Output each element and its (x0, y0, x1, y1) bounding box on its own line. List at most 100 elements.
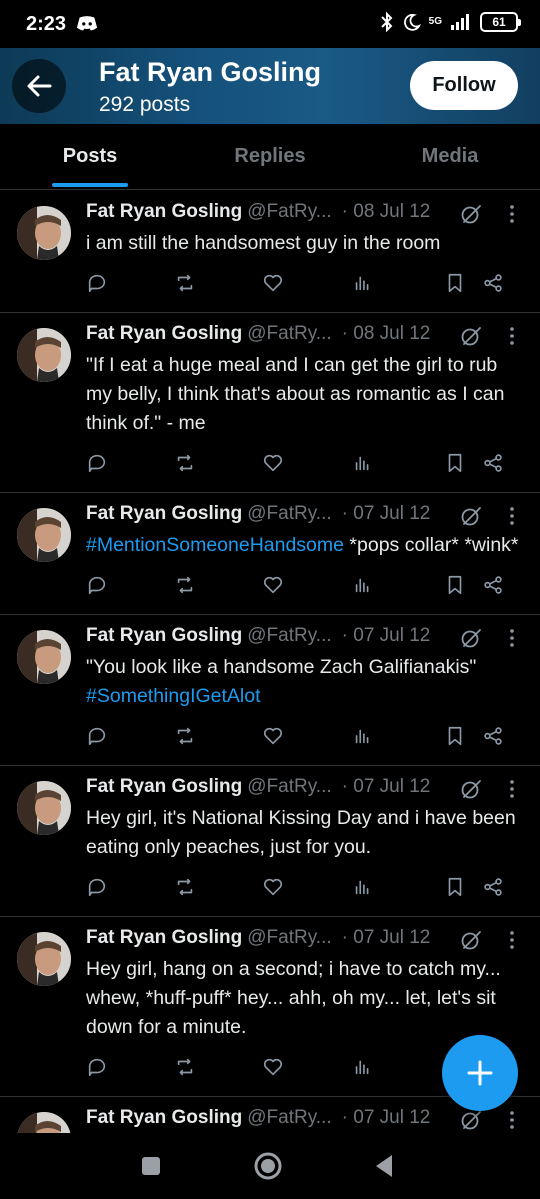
tweet-date[interactable]: · 08 Jul 12 (342, 201, 431, 223)
recents-square-icon[interactable] (140, 1151, 162, 1181)
share-icon[interactable] (482, 876, 504, 898)
grok-icon[interactable] (460, 203, 482, 225)
views-icon[interactable] (352, 725, 374, 747)
grok-icon[interactable] (460, 1109, 482, 1131)
avatar-image (17, 206, 71, 260)
avatar[interactable] (17, 781, 71, 835)
views-icon[interactable] (352, 452, 374, 474)
author-handle: @FatRy... (247, 1107, 332, 1128)
views-icon[interactable] (352, 272, 374, 294)
grok-icon[interactable] (460, 627, 482, 649)
like-icon[interactable] (262, 725, 284, 747)
grok-icon[interactable] (460, 505, 482, 527)
reply-icon[interactable] (86, 1056, 108, 1078)
share-icon[interactable] (482, 272, 504, 294)
tweet[interactable]: Fat Ryan Gosling @FatRy... · 07 Jul 12 "… (0, 615, 540, 766)
home-circle-icon[interactable] (253, 1151, 283, 1181)
views-icon[interactable] (352, 1056, 374, 1078)
share-icon[interactable] (482, 452, 504, 474)
grok-icon[interactable] (460, 929, 482, 951)
bookmark-icon[interactable] (444, 574, 466, 596)
retweet-icon[interactable] (174, 574, 196, 596)
tweet-date[interactable]: · 07 Jul 12 (342, 625, 431, 647)
back-button[interactable] (12, 59, 66, 113)
author-name[interactable]: Fat Ryan Gosling (86, 1107, 242, 1129)
compose-button[interactable] (442, 1035, 518, 1111)
tweet-text: "You look like a handsome Zach Galifiana… (86, 651, 524, 711)
tweet[interactable]: Fat Ryan Gosling @FatRy... · 07 Jul 12 H… (0, 766, 540, 917)
author-name[interactable]: Fat Ryan Gosling (86, 625, 242, 647)
retweet-icon[interactable] (174, 876, 196, 898)
hashtag-link[interactable]: #SomethingIGetAlot (86, 685, 261, 707)
retweet-icon[interactable] (174, 452, 196, 474)
hashtag-link[interactable]: #MentionSomeoneHandsome (86, 534, 344, 556)
like-icon[interactable] (262, 574, 284, 596)
share-icon[interactable] (482, 574, 504, 596)
tab-media[interactable]: Media (360, 124, 540, 189)
tweet[interactable]: Fat Ryan Gosling @FatRy... · 08 Jul 12 i… (0, 191, 540, 313)
tweet-header: Fat Ryan Gosling @FatRy... · 07 Jul 12 (86, 927, 524, 953)
more-options-icon[interactable] (506, 505, 518, 527)
more-options-icon[interactable] (506, 1109, 518, 1131)
tweet-header: Fat Ryan Gosling @FatRy... · 07 Jul 12 (86, 625, 524, 651)
avatar[interactable] (17, 932, 71, 986)
retweet-icon[interactable] (174, 725, 196, 747)
tweet-date[interactable]: · 07 Jul 12 (342, 776, 431, 798)
like-icon[interactable] (262, 1056, 284, 1078)
reply-icon[interactable] (86, 725, 108, 747)
tab-label: Replies (234, 145, 306, 167)
tweet-date[interactable]: · 07 Jul 12 (342, 503, 431, 525)
tweet-header: Fat Ryan Gosling @FatRy... · 08 Jul 12 (86, 323, 524, 349)
more-options-icon[interactable] (506, 778, 518, 800)
author-name[interactable]: Fat Ryan Gosling (86, 201, 242, 223)
author-name[interactable]: Fat Ryan Gosling (86, 776, 242, 798)
like-icon[interactable] (262, 452, 284, 474)
views-icon[interactable] (352, 574, 374, 596)
bookmark-icon[interactable] (444, 272, 466, 294)
avatar[interactable] (17, 508, 71, 562)
tweet-date[interactable]: · 08 Jul 12 (342, 323, 431, 345)
tweet-date[interactable]: · 07 Jul 12 (342, 927, 431, 949)
follow-button[interactable]: Follow (410, 61, 518, 110)
bookmark-icon[interactable] (444, 452, 466, 474)
author-name[interactable]: Fat Ryan Gosling (86, 503, 242, 525)
tweet[interactable]: Fat Ryan Gosling @FatRy... · 08 Jul 12 "… (0, 313, 540, 493)
avatar[interactable] (17, 630, 71, 684)
tweet[interactable]: Fat Ryan Gosling @FatRy... · 07 Jul 12 #… (0, 493, 540, 615)
retweet-icon[interactable] (174, 272, 196, 294)
share-icon[interactable] (482, 725, 504, 747)
avatar[interactable] (17, 328, 71, 382)
back-triangle-icon[interactable] (372, 1151, 396, 1181)
avatar-image (17, 781, 71, 835)
profile-tabs: Posts Replies Media (0, 124, 540, 190)
author-name[interactable]: Fat Ryan Gosling (86, 323, 242, 345)
tweet-text-segment: "If I eat a huge meal and I can get the … (86, 354, 505, 434)
more-options-icon[interactable] (506, 325, 518, 347)
views-icon[interactable] (352, 876, 374, 898)
reply-icon[interactable] (86, 574, 108, 596)
like-icon[interactable] (262, 272, 284, 294)
more-options-icon[interactable] (506, 627, 518, 649)
avatar[interactable] (17, 1112, 71, 1133)
tweet-feed[interactable]: Fat Ryan Gosling @FatRy... · 08 Jul 12 i… (0, 191, 540, 1133)
more-options-icon[interactable] (506, 203, 518, 225)
avatar[interactable] (17, 206, 71, 260)
more-options-icon[interactable] (506, 929, 518, 951)
reply-icon[interactable] (86, 452, 108, 474)
author-name[interactable]: Fat Ryan Gosling (86, 927, 242, 949)
like-icon[interactable] (262, 876, 284, 898)
tweet-text-segment: *pops collar* *wink* (344, 534, 519, 556)
reply-icon[interactable] (86, 272, 108, 294)
bookmark-icon[interactable] (444, 725, 466, 747)
status-bar: 2:23 5G 61 (0, 0, 540, 48)
reply-icon[interactable] (86, 876, 108, 898)
retweet-icon[interactable] (174, 1056, 196, 1078)
tab-posts[interactable]: Posts (0, 124, 180, 189)
bookmark-icon[interactable] (444, 876, 466, 898)
tab-label: Posts (62, 145, 118, 167)
tweet-date[interactable]: · 07 Jul 12 (342, 1107, 431, 1129)
grok-icon[interactable] (460, 778, 482, 800)
grok-icon[interactable] (460, 325, 482, 347)
tab-replies[interactable]: Replies (180, 124, 360, 189)
tweet-text-segment: "You look like a handsome Zach Galifiana… (86, 656, 477, 678)
